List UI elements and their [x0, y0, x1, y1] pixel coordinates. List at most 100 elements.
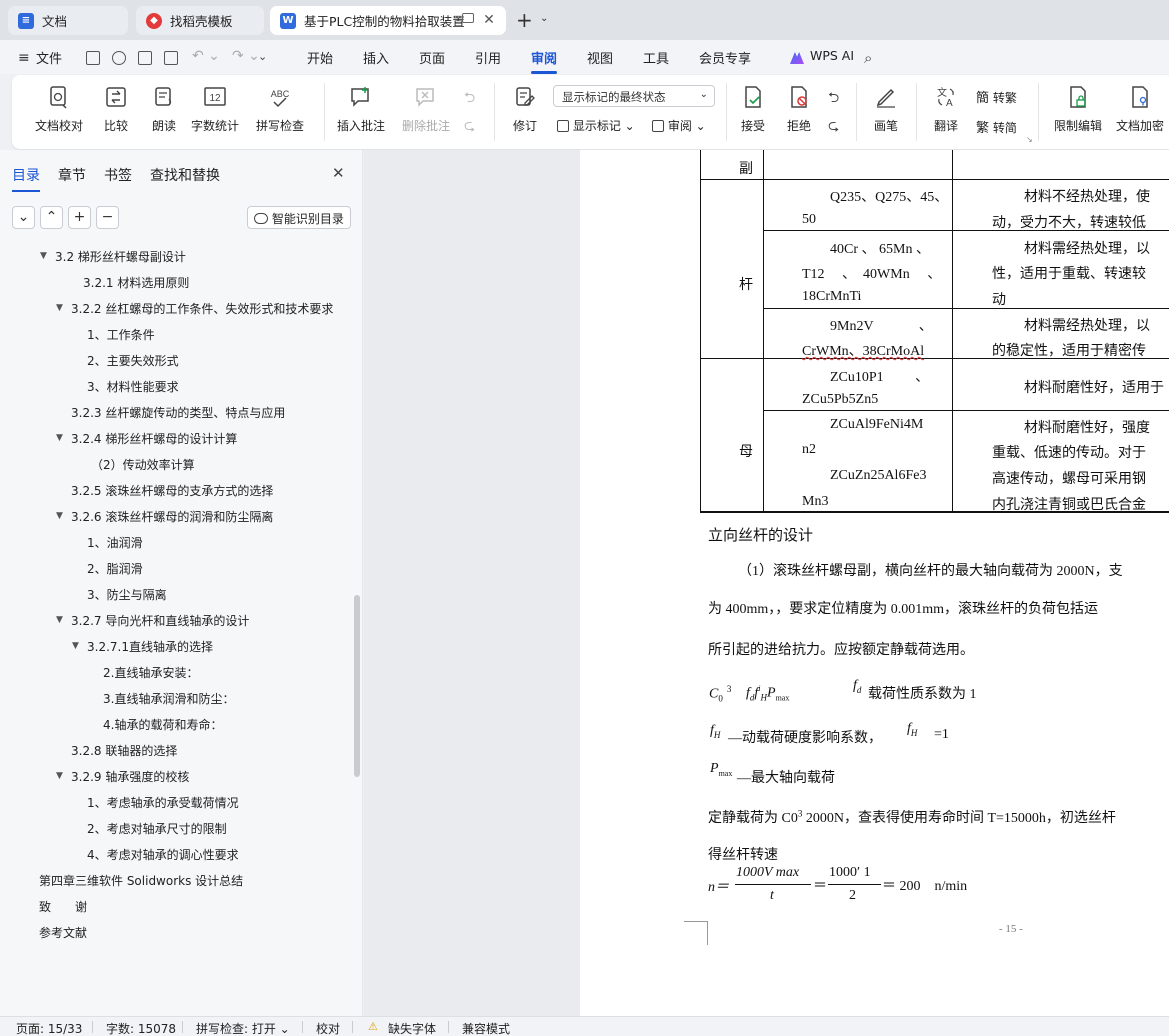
- add-heading-icon[interactable]: +: [68, 206, 91, 229]
- toc-item[interactable]: 3.2.4 梯形丝杆螺母的设计计算: [71, 430, 237, 447]
- share-icon[interactable]: [112, 51, 126, 65]
- redo-icon[interactable]: ↷ ⌄: [232, 48, 260, 64]
- toc-item[interactable]: 3.2 梯形丝杆螺母副设计: [55, 248, 186, 265]
- insert-comment-button[interactable]: 插入批注: [332, 75, 390, 149]
- menu-home[interactable]: 开始: [307, 48, 333, 67]
- proofread-button[interactable]: 文档校对: [22, 75, 96, 149]
- toc-item[interactable]: （2）传动效率计算: [91, 456, 195, 473]
- spell-check-button[interactable]: ABC 拼写检查: [248, 75, 312, 149]
- ink-button[interactable]: 画笔: [864, 75, 908, 149]
- hamburger-icon[interactable]: ≡: [18, 50, 30, 66]
- undo-icon[interactable]: ↶ ⌄: [192, 48, 220, 64]
- menu-tools[interactable]: 工具: [643, 48, 669, 67]
- tab-find-replace[interactable]: 查找和替换: [150, 165, 220, 185]
- toc-expand-caret-icon[interactable]: ▼: [56, 771, 63, 781]
- menu-review[interactable]: 审阅: [531, 48, 558, 74]
- toc-item[interactable]: 3、防尘与隔离: [87, 586, 167, 603]
- table-cell-description: 动: [992, 293, 1006, 308]
- print-preview-icon[interactable]: [164, 51, 178, 65]
- tab-list-chevron-icon[interactable]: ⌄: [540, 13, 548, 24]
- toc-expand-caret-icon[interactable]: ▼: [56, 303, 63, 313]
- word-count-button[interactable]: 12 字数统计: [186, 75, 244, 149]
- close-pane-icon[interactable]: ✕: [332, 164, 345, 182]
- menu-view[interactable]: 视图: [587, 48, 613, 67]
- toc-expand-caret-icon[interactable]: ▼: [40, 251, 47, 261]
- toc-item[interactable]: 2、脂润滑: [87, 560, 143, 577]
- translate-button[interactable]: 文A 翻译: [924, 75, 968, 149]
- quick-access-more-icon[interactable]: ⌄: [258, 50, 267, 63]
- group-expand-icon[interactable]: ↘: [1026, 135, 1033, 144]
- menu-insert[interactable]: 插入: [363, 48, 389, 67]
- menu-file[interactable]: 文件: [36, 48, 62, 67]
- tab-toc[interactable]: 目录: [12, 165, 40, 192]
- menu-page[interactable]: 页面: [419, 48, 445, 67]
- toc-item[interactable]: 3.2.7 导向光杆和直线轴承的设计: [71, 612, 249, 629]
- restrict-editing-button[interactable]: 限制编辑: [1046, 75, 1110, 149]
- smart-toc-button[interactable]: 智能识别目录: [247, 206, 351, 229]
- toc-item[interactable]: 3.2.9 轴承强度的校核: [71, 768, 189, 785]
- status-page[interactable]: 页面: 15/33: [16, 1020, 82, 1036]
- save-icon[interactable]: [86, 51, 100, 65]
- markup-state-dropdown[interactable]: 显示标记的最终状态 ⌄: [553, 85, 715, 107]
- status-missing-font[interactable]: 缺失字体: [388, 1020, 436, 1036]
- status-proofread[interactable]: 校对: [316, 1020, 340, 1036]
- toc-item[interactable]: 第四章三维软件 Solidworks 设计总结: [39, 872, 243, 889]
- toc-scrollbar[interactable]: [354, 595, 360, 777]
- toc-item[interactable]: 3.2.7.1直线轴承的选择: [87, 638, 213, 655]
- monitor-icon[interactable]: [462, 13, 474, 23]
- toc-item[interactable]: 4.轴承的载荷和寿命：: [103, 716, 222, 733]
- menu-member[interactable]: 会员专享: [699, 48, 751, 67]
- search-icon[interactable]: ⌕: [864, 49, 872, 67]
- toc-item[interactable]: 3.2.8 联轴器的选择: [71, 742, 177, 759]
- toc-item[interactable]: 2、考虑对轴承尺寸的限制: [87, 820, 227, 837]
- new-tab-plus-icon[interactable]: +: [516, 8, 533, 32]
- close-tab-icon[interactable]: ✕: [480, 11, 498, 29]
- tab-sections[interactable]: 章节: [58, 165, 86, 185]
- tab-bookmarks[interactable]: 书签: [104, 165, 132, 185]
- toc-item[interactable]: 3.2.5 滚珠丝杆螺母的支承方式的选择: [71, 482, 273, 499]
- toc-item[interactable]: 3.直线轴承润滑和防尘：: [103, 690, 234, 707]
- compare-button[interactable]: 比较: [96, 75, 136, 149]
- collapse-all-icon[interactable]: ⌄: [12, 206, 35, 229]
- to-traditional-button[interactable]: 簡 转繁: [976, 87, 1017, 106]
- paragraph: （1）滚珠丝杆螺母副，横向丝杆的最大轴向载荷为 2000N，支: [738, 564, 1123, 579]
- toc-item[interactable]: 参考文献: [39, 924, 87, 941]
- toc-expand-caret-icon[interactable]: ▼: [72, 641, 79, 651]
- toc-item[interactable]: 3.2.6 滚珠丝杆螺母的润滑和防尘隔离: [71, 508, 273, 525]
- review-pane-button[interactable]: 审阅 ⌄: [652, 117, 706, 134]
- tab-documents[interactable]: ≡ 文档: [8, 6, 128, 35]
- print-icon[interactable]: [138, 51, 152, 65]
- remove-heading-icon[interactable]: −: [96, 206, 119, 229]
- toc-item[interactable]: 4、考虑对轴承的调心性要求: [87, 846, 239, 863]
- toc-item[interactable]: 2、主要失效形式: [87, 352, 179, 369]
- toc-item[interactable]: 3.2.1 材料选用原则: [83, 274, 189, 291]
- toc-expand-caret-icon[interactable]: ▼: [56, 511, 63, 521]
- toc-item[interactable]: 致 谢: [39, 898, 87, 915]
- status-spell-check[interactable]: 拼写检查: 打开 ⌄: [196, 1020, 290, 1036]
- toc-expand-caret-icon[interactable]: ▼: [56, 433, 63, 443]
- next-change-icon[interactable]: ⮎: [828, 115, 839, 139]
- accept-button[interactable]: 接受: [732, 75, 774, 149]
- track-changes-button[interactable]: 修订: [502, 75, 548, 149]
- equation-equals: ＝: [813, 879, 827, 894]
- encrypt-document-button[interactable]: 文档加密: [1108, 75, 1169, 149]
- toc-item[interactable]: 1、油润滑: [87, 534, 143, 551]
- previous-change-icon[interactable]: ⮌: [828, 87, 839, 111]
- menu-wps-ai[interactable]: WPS AI: [810, 48, 854, 63]
- show-markup-button[interactable]: 显示标记 ⌄: [557, 117, 635, 134]
- toc-item[interactable]: 2.直线轴承安装：: [103, 664, 198, 681]
- to-simplified-button[interactable]: 繁 转简: [976, 117, 1017, 136]
- menu-references[interactable]: 引用: [475, 48, 501, 67]
- toc-item[interactable]: 3、材料性能要求: [87, 378, 179, 395]
- tab-docer-templates[interactable]: ◆ 找稻壳模板: [136, 6, 264, 35]
- toc-item[interactable]: 1、考虑轴承的承受载荷情况: [87, 794, 239, 811]
- read-aloud-button[interactable]: 朗读: [144, 75, 184, 149]
- toc-item[interactable]: 3.2.3 丝杆螺旋传动的类型、特点与应用: [71, 404, 285, 421]
- toc-item[interactable]: 3.2.2 丝杠螺母的工作条件、失效形式和技术要求: [71, 300, 333, 317]
- tab-current-document[interactable]: W 基于PLC控制的物料拾取装置I ✕: [270, 6, 506, 35]
- toc-item[interactable]: 1、工作条件: [87, 326, 155, 343]
- status-word-count[interactable]: 字数: 15078: [106, 1020, 176, 1036]
- expand-up-icon[interactable]: ⌃: [40, 206, 63, 229]
- toc-expand-caret-icon[interactable]: ▼: [56, 615, 63, 625]
- reject-button[interactable]: 拒绝: [778, 75, 820, 149]
